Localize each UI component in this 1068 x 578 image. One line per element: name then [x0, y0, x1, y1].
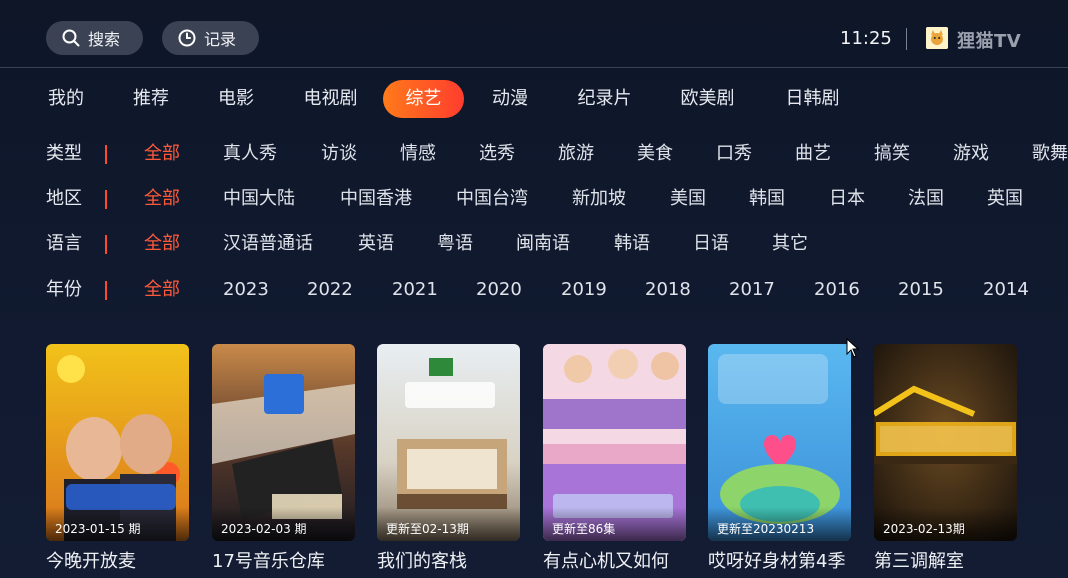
- show-title: 我们的客栈: [377, 551, 467, 572]
- filter-row-year: 年份 全部 2023 2022 2021 2020 2019 2018 2017…: [0, 275, 1068, 305]
- filter-option[interactable]: 美国: [670, 184, 706, 214]
- filter-option[interactable]: 真人秀: [223, 139, 277, 169]
- nav-item-movies[interactable]: 电影: [216, 80, 256, 118]
- nav-item-variety[interactable]: 综艺: [383, 80, 464, 118]
- filter-option[interactable]: 曲艺: [795, 139, 831, 169]
- brand-logo-icon: [926, 27, 948, 49]
- filter-option[interactable]: 歌舞: [1032, 139, 1068, 169]
- poster-image: 2023-02-13期: [874, 344, 1017, 541]
- filter-option[interactable]: 选秀: [479, 139, 515, 169]
- filter-option[interactable]: 情感: [400, 139, 436, 169]
- filter-divider: [105, 145, 107, 164]
- filter-option[interactable]: 2020: [476, 275, 522, 305]
- mouse-cursor-icon: [846, 338, 860, 358]
- clock-icon: [178, 29, 196, 47]
- filter-option[interactable]: 中国台湾: [456, 184, 528, 214]
- episode-badge: 更新至86集: [543, 507, 686, 541]
- episode-badge: 2023-02-03 期: [212, 507, 355, 541]
- poster-image: 2023-02-03 期: [212, 344, 355, 541]
- show-title: 今晚开放麦: [46, 551, 136, 572]
- filter-option[interactable]: 闽南语: [516, 229, 570, 259]
- filter-option[interactable]: 法国: [908, 184, 944, 214]
- nav-item-anime[interactable]: 动漫: [490, 80, 530, 118]
- clock: 11:25: [840, 28, 892, 49]
- filter-row-language: 语言 全部 汉语普通话 英语 粤语 闽南语 韩语 日语 其它: [0, 229, 1068, 259]
- filter-option[interactable]: 口秀: [716, 139, 752, 169]
- filter-option[interactable]: 游戏: [953, 139, 989, 169]
- filter-label: 地区: [46, 188, 82, 209]
- filter-option[interactable]: 日本: [829, 184, 865, 214]
- show-card[interactable]: 更新至02-13期 我们的客栈: [377, 344, 520, 573]
- search-button-label: 搜索: [88, 30, 121, 49]
- filter-option[interactable]: 访谈: [321, 139, 357, 169]
- search-icon: [62, 29, 80, 47]
- filter-option[interactable]: 2017: [729, 275, 775, 305]
- filter-option[interactable]: 中国香港: [340, 184, 412, 214]
- divider: [906, 28, 907, 50]
- filter-option[interactable]: 英语: [358, 229, 394, 259]
- show-card[interactable]: 2023-02-03 期 17号音乐仓库: [212, 344, 355, 573]
- filter-row-region: 地区 全部 中国大陆 中国香港 中国台湾 新加坡 美国 韩国 日本 法国 英国: [0, 184, 1068, 214]
- filter-option[interactable]: 2021: [392, 275, 438, 305]
- episode-badge: 更新至20230213: [708, 507, 851, 541]
- poster-image: 2023-01-15 期: [46, 344, 189, 541]
- show-title: 有点心机又如何: [543, 551, 669, 572]
- filter-option[interactable]: 英国: [987, 184, 1023, 214]
- filter-divider: [105, 190, 107, 209]
- poster-image: 更新至20230213: [708, 344, 851, 541]
- show-card[interactable]: 更新至20230213 哎呀好身材第4季: [708, 344, 851, 573]
- filter-option[interactable]: 全部: [144, 184, 180, 214]
- top-bar: 搜索 记录 11:25 狸猫TV: [0, 0, 1068, 68]
- show-title: 17号音乐仓库: [212, 551, 325, 572]
- filter-option[interactable]: 2018: [645, 275, 691, 305]
- filter-option[interactable]: 粤语: [437, 229, 473, 259]
- filter-label: 语言: [46, 233, 82, 254]
- filter-option[interactable]: 2014: [983, 275, 1029, 305]
- show-title: 第三调解室: [874, 551, 964, 572]
- filter-option[interactable]: 2016: [814, 275, 860, 305]
- search-button[interactable]: 搜索: [46, 21, 143, 55]
- filter-label: 类型: [46, 143, 82, 164]
- filter-option[interactable]: 其它: [772, 229, 808, 259]
- nav-item-tv-series[interactable]: 电视剧: [302, 80, 359, 118]
- nav-item-recommend[interactable]: 推荐: [131, 80, 171, 118]
- nav-item-western-drama[interactable]: 欧美剧: [679, 80, 736, 118]
- history-button-label: 记录: [204, 30, 237, 49]
- poster-image: 更新至86集: [543, 344, 686, 541]
- category-nav: 我的 推荐 电影 电视剧 综艺 动漫 纪录片 欧美剧 日韩剧: [0, 80, 1068, 118]
- episode-badge: 2023-01-15 期: [46, 507, 189, 541]
- filter-option[interactable]: 2022: [307, 275, 353, 305]
- filter-option[interactable]: 2023: [223, 275, 269, 305]
- nav-item-jk-drama[interactable]: 日韩剧: [784, 80, 841, 118]
- filter-option[interactable]: 汉语普通话: [223, 229, 313, 259]
- filter-option[interactable]: 全部: [144, 139, 180, 169]
- filter-option[interactable]: 搞笑: [874, 139, 910, 169]
- episode-badge: 2023-02-13期: [874, 507, 1017, 541]
- filter-divider: [105, 281, 107, 300]
- show-card[interactable]: 2023-02-13期 第三调解室: [874, 344, 1017, 573]
- poster-image: 更新至02-13期: [377, 344, 520, 541]
- filter-option[interactable]: 韩语: [614, 229, 650, 259]
- filter-option[interactable]: 美食: [637, 139, 673, 169]
- show-title: 哎呀好身材第4季: [708, 551, 846, 572]
- filter-divider: [105, 235, 107, 254]
- episode-badge: 更新至02-13期: [377, 507, 520, 541]
- filter-option[interactable]: 全部: [144, 275, 180, 305]
- filter-option[interactable]: 全部: [144, 229, 180, 259]
- show-card[interactable]: 更新至86集 有点心机又如何: [543, 344, 686, 573]
- filter-option[interactable]: 新加坡: [572, 184, 626, 214]
- history-button[interactable]: 记录: [162, 21, 259, 55]
- filter-option[interactable]: 中国大陆: [223, 184, 295, 214]
- filter-row-genre: 类型 全部 真人秀 访谈 情感 选秀 旅游 美食 口秀 曲艺 搞笑 游戏 歌舞: [0, 139, 1068, 169]
- nav-item-mine[interactable]: 我的: [46, 80, 86, 118]
- filter-option[interactable]: 2015: [898, 275, 944, 305]
- filter-option[interactable]: 韩国: [749, 184, 785, 214]
- filter-label: 年份: [46, 279, 82, 300]
- nav-item-documentary[interactable]: 纪录片: [576, 80, 633, 118]
- filter-option[interactable]: 日语: [693, 229, 729, 259]
- show-card[interactable]: 2023-01-15 期 今晚开放麦: [46, 344, 189, 573]
- brand-name: 狸猫TV: [957, 31, 1022, 52]
- filter-option[interactable]: 旅游: [558, 139, 594, 169]
- filter-option[interactable]: 2019: [561, 275, 607, 305]
